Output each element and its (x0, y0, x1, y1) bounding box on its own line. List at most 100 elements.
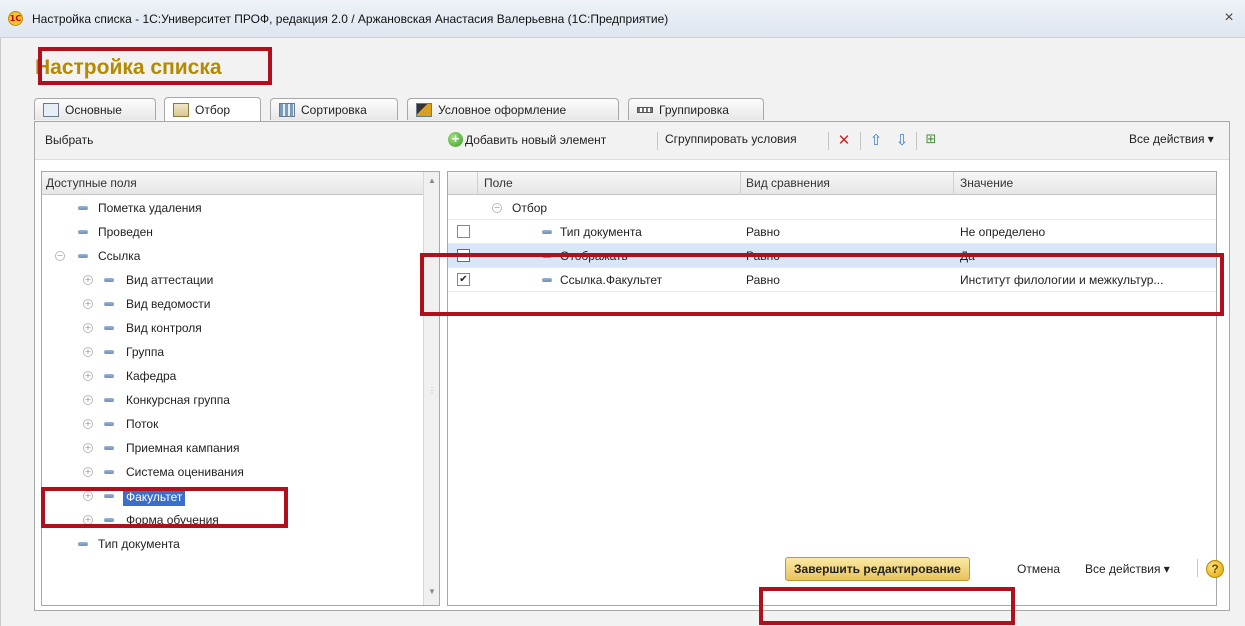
column-header-field[interactable]: Поле (484, 172, 513, 195)
filter-group-row[interactable]: − Отбор (448, 196, 1216, 220)
expand-icon[interactable]: + (83, 419, 93, 429)
tree-item[interactable]: + Вид ведомости (42, 292, 424, 316)
all-actions-menu[interactable]: Все действия ▾ (1129, 132, 1214, 146)
field-icon (104, 470, 114, 474)
move-down-icon[interactable]: ⇩ (892, 130, 912, 150)
tree-item[interactable]: Тип документа (42, 532, 424, 556)
expand-icon[interactable]: + (83, 275, 93, 285)
collapse-icon[interactable]: − (492, 203, 502, 213)
move-up-icon[interactable]: ⇧ (866, 130, 886, 150)
tree-item[interactable]: + Система оценивания (42, 460, 424, 484)
toolbar-separator (657, 132, 658, 150)
filter-field: Ссылка.Факультет (560, 273, 663, 287)
tab-label: Группировка (659, 102, 729, 117)
tree-item-label: Конкурсная группа (126, 393, 230, 407)
tree-item-selected[interactable]: + Факультет (42, 484, 424, 508)
filter-row-checkbox[interactable] (457, 225, 470, 238)
filter-comparison: Равно (746, 225, 780, 239)
add-icon: + (448, 132, 463, 147)
tab-label: Отбор (195, 102, 231, 117)
expand-icon[interactable]: + (83, 515, 93, 525)
tree-item[interactable]: − Ссылка (42, 244, 424, 268)
settings-window: Настройка списка Основные Отбор Сортиров… (0, 38, 1245, 626)
tree-item[interactable]: + Приемная кампания (42, 436, 424, 460)
tree-item[interactable]: + Группа (42, 340, 424, 364)
tree-item[interactable]: Проведен (42, 220, 424, 244)
footer-separator (1197, 559, 1198, 577)
tab-filter[interactable]: Отбор (164, 97, 261, 121)
select-button[interactable]: Выбрать (45, 133, 93, 147)
expand-icon[interactable]: + (83, 347, 93, 357)
tree-item-label: Факультет (123, 488, 186, 506)
scroll-up-icon[interactable]: ▲ (424, 176, 439, 190)
tab-main[interactable]: Основные (34, 98, 156, 120)
filter-row-selected[interactable]: Отображать Равно Да (448, 244, 1216, 268)
tree-item-label: Ссылка (98, 249, 141, 263)
expand-icon[interactable]: + (83, 371, 93, 381)
expand-icon[interactable]: + (83, 323, 93, 333)
expand-icon[interactable]: + (83, 443, 93, 453)
tree-item[interactable]: Пометка удаления (42, 196, 424, 220)
tree-item[interactable]: + Кафедра (42, 364, 424, 388)
finish-editing-button[interactable]: Завершить редактирование (785, 557, 970, 581)
window-title: Настройка списка - 1С:Университет ПРОФ, … (32, 12, 669, 26)
field-icon (542, 230, 552, 234)
filter-group-label: Отбор (512, 201, 548, 215)
field-icon (104, 494, 114, 498)
filter-row[interactable]: ✔ Ссылка.Факультет Равно Институт филоло… (448, 268, 1216, 292)
tree-item-label: Тип документа (98, 537, 180, 551)
column-header-value[interactable]: Значение (960, 172, 1013, 195)
tree-item-label: Форма обучения (126, 513, 219, 527)
tree-item[interactable]: + Форма обучения (42, 508, 424, 532)
tree-item[interactable]: + Вид контроля (42, 316, 424, 340)
column-header-comparison[interactable]: Вид сравнения (746, 172, 830, 195)
field-icon (542, 254, 552, 258)
tree-scrollbar[interactable]: ▲ ⋮ ▼ (423, 172, 439, 605)
available-fields-tree[interactable]: Доступные поля Пометка удаления Проведен… (41, 171, 440, 606)
group-conditions-button[interactable]: Сгруппировать условия (665, 132, 797, 146)
group-items-icon[interactable]: ⊞ (921, 130, 941, 150)
toolbar-separator (860, 132, 861, 150)
expand-icon[interactable]: + (83, 395, 93, 405)
collapse-icon[interactable]: − (55, 251, 65, 261)
tree-item[interactable]: + Вид аттестации (42, 268, 424, 292)
help-icon[interactable]: ? (1206, 560, 1224, 578)
filter-row[interactable]: Тип документа Равно Не определено (448, 220, 1216, 244)
filter-value: Да (960, 249, 975, 263)
expand-icon[interactable]: + (83, 299, 93, 309)
tab-conditional-format[interactable]: Условное оформление (407, 98, 619, 120)
page-title: Настройка списка (35, 56, 222, 79)
filter-panel: Выбрать + Добавить новый элемент Сгруппи… (34, 121, 1230, 611)
delete-icon[interactable]: ✕ (834, 130, 854, 150)
tree-item-label: Группа (126, 345, 165, 359)
filter-icon (173, 102, 189, 117)
field-icon (104, 350, 114, 354)
add-element-label: Добавить новый элемент (465, 132, 607, 147)
tree-item[interactable]: + Поток (42, 412, 424, 436)
scroll-grip-icon[interactable]: ⋮ (428, 386, 436, 398)
filter-row-checkbox[interactable]: ✔ (457, 273, 470, 286)
tab-sort[interactable]: Сортировка (270, 98, 398, 120)
field-icon (104, 398, 114, 402)
expand-icon[interactable]: + (83, 491, 93, 501)
tree-item[interactable]: + Конкурсная группа (42, 388, 424, 412)
field-icon (78, 542, 88, 546)
field-icon (104, 518, 114, 522)
column-separator (740, 172, 741, 195)
grouping-icon (637, 106, 653, 113)
close-icon[interactable]: × (1219, 8, 1239, 28)
tree-item-label: Кафедра (126, 369, 177, 383)
tab-grouping[interactable]: Группировка (628, 98, 764, 120)
filter-value: Не определено (960, 225, 1046, 239)
footer-all-actions-menu[interactable]: Все действия ▾ (1085, 562, 1170, 576)
cancel-button[interactable]: Отмена (1017, 562, 1060, 576)
filter-value: Институт филологии и межкультур... (960, 273, 1164, 287)
field-icon (104, 326, 114, 330)
filter-row-checkbox[interactable] (457, 249, 470, 262)
filter-grid[interactable]: Поле Вид сравнения Значение − Отбор Тип … (447, 171, 1217, 606)
filter-grid-header: Поле Вид сравнения Значение (448, 172, 1216, 195)
scroll-down-icon[interactable]: ▼ (424, 587, 439, 601)
add-element-button[interactable]: + Добавить новый элемент (448, 132, 606, 147)
expand-icon[interactable]: + (83, 467, 93, 477)
field-icon (104, 422, 114, 426)
